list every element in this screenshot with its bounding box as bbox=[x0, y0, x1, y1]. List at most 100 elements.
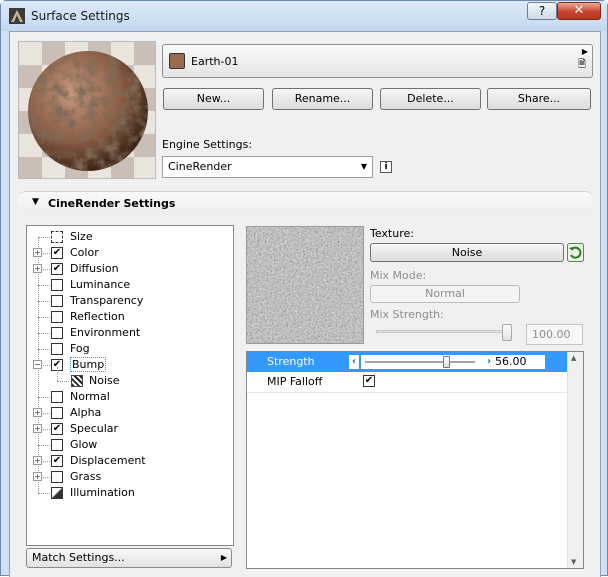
title-bar[interactable]: Surface Settings ? ✕ bbox=[1, 1, 607, 31]
size-icon[interactable] bbox=[51, 231, 63, 243]
scroll-up-icon[interactable]: ▲ bbox=[571, 354, 576, 362]
tree-item-checkbox[interactable] bbox=[51, 391, 63, 403]
mix-strength-field[interactable]: 100.00 bbox=[526, 324, 583, 345]
mix-strength-slider-thumb[interactable] bbox=[502, 324, 512, 341]
tree-connector-line bbox=[38, 333, 50, 334]
tree-connector-line bbox=[38, 317, 50, 318]
texture-button[interactable]: Noise bbox=[370, 243, 564, 262]
close-button[interactable]: ✕ bbox=[557, 2, 601, 20]
tree-item-label: Displacement bbox=[70, 454, 146, 467]
texture-label: Texture: bbox=[370, 227, 414, 240]
noise-icon bbox=[71, 375, 83, 387]
tree-item-transparency[interactable]: Transparency bbox=[27, 293, 227, 309]
tree-item-checkbox[interactable] bbox=[51, 471, 63, 483]
tree-item-reflection[interactable]: Reflection bbox=[27, 309, 227, 325]
window-title: Surface Settings bbox=[31, 9, 130, 23]
tree-connector-line bbox=[38, 285, 50, 286]
tree-item-environment[interactable]: Environment bbox=[27, 325, 227, 341]
rename-button[interactable]: Rename... bbox=[272, 88, 373, 110]
dialog-body: Earth-01 ▶ 🗎 New... Rename... Delete... … bbox=[9, 31, 601, 577]
expand-icon[interactable]: + bbox=[33, 248, 42, 257]
tree-item-illumination[interactable]: Illumination bbox=[27, 485, 227, 501]
row-divider bbox=[247, 392, 567, 393]
tree-item-checkbox[interactable]: ✔ bbox=[51, 455, 63, 467]
help-button[interactable]: ? bbox=[527, 2, 557, 20]
tree-item-label: Size bbox=[70, 230, 93, 243]
collapse-triangle-icon[interactable]: ▼ bbox=[32, 197, 39, 207]
tree-item-label: Fog bbox=[70, 342, 90, 355]
tree-item-checkbox[interactable]: ✔ bbox=[51, 247, 63, 259]
chevron-right-icon: ▶ bbox=[220, 553, 227, 562]
chevron-down-icon: ▼ bbox=[360, 162, 367, 171]
tree-item-luminance[interactable]: Luminance bbox=[27, 277, 227, 293]
material-name: Earth-01 bbox=[191, 55, 239, 68]
info-icon[interactable]: i bbox=[380, 161, 392, 173]
tree-item-label: Reflection bbox=[70, 310, 125, 323]
archicad-icon bbox=[9, 8, 25, 24]
tree-item-label: Noise bbox=[89, 374, 120, 387]
tree-item-checkbox[interactable] bbox=[51, 327, 63, 339]
strength-slider-track bbox=[365, 361, 475, 363]
tree-item-specular[interactable]: + ✔ Specular bbox=[27, 421, 227, 437]
match-settings-button[interactable]: Match Settings... ▶ bbox=[26, 548, 232, 568]
tree-item-label: Normal bbox=[70, 390, 110, 403]
mip-falloff-row[interactable]: MIP Falloff ✔ bbox=[247, 372, 567, 392]
mix-strength-slider-track[interactable] bbox=[376, 330, 506, 333]
tree-item-checkbox[interactable] bbox=[51, 279, 63, 291]
expand-icon[interactable]: + bbox=[33, 424, 42, 433]
strength-slider-thumb[interactable] bbox=[443, 356, 451, 368]
illumination-icon[interactable] bbox=[51, 487, 63, 499]
tree-item-glow[interactable]: Glow bbox=[27, 437, 227, 453]
parameter-scrollbar[interactable]: ▲ ▼ bbox=[567, 352, 583, 568]
new-button[interactable]: New... bbox=[163, 88, 264, 110]
cinerender-section-header[interactable]: ▼ CineRender Settings bbox=[18, 191, 593, 215]
material-selector[interactable]: Earth-01 ▶ 🗎 bbox=[162, 44, 593, 78]
tree-connector-line bbox=[38, 237, 50, 238]
tree-item-noise[interactable]: Noise bbox=[27, 367, 227, 389]
decrement-chevron-icon[interactable]: ‹ bbox=[349, 355, 359, 369]
scroll-down-icon[interactable]: ▼ bbox=[571, 558, 576, 566]
share-button[interactable]: Share... bbox=[487, 88, 591, 110]
expand-icon[interactable]: + bbox=[33, 408, 42, 417]
mip-falloff-checkbox[interactable]: ✔ bbox=[363, 375, 375, 387]
tree-item-size[interactable]: Size bbox=[27, 229, 227, 245]
collapse-icon[interactable]: − bbox=[33, 360, 42, 369]
flyout-arrow-icon[interactable]: ▶ bbox=[582, 47, 588, 56]
tree-item-diffusion[interactable]: + ✔ Diffusion bbox=[27, 261, 227, 277]
tree-item-checkbox[interactable] bbox=[51, 311, 63, 323]
expand-icon[interactable]: + bbox=[33, 456, 42, 465]
channel-tree: Size + ✔ Color + ✔ Diffusion Luminance Transpare… bbox=[26, 225, 234, 546]
delete-button[interactable]: Delete... bbox=[380, 88, 481, 110]
tree-item-label: Diffusion bbox=[70, 262, 119, 275]
tree-item-checkbox[interactable]: ✔ bbox=[51, 423, 63, 435]
tree-item-fog[interactable]: Fog bbox=[27, 341, 227, 357]
tree-item-checkbox[interactable] bbox=[51, 439, 63, 451]
engine-settings-label: Engine Settings: bbox=[162, 138, 253, 151]
tree-item-displacement[interactable]: + ✔ Displacement bbox=[27, 453, 227, 469]
tree-item-color[interactable]: + ✔ Color bbox=[27, 245, 227, 261]
expand-icon[interactable]: + bbox=[33, 472, 42, 481]
tree-item-label: Environment bbox=[70, 326, 141, 339]
mix-mode-label: Mix Mode: bbox=[370, 269, 427, 282]
match-settings-label: Match Settings... bbox=[32, 551, 125, 564]
tree-item-label: Bump bbox=[70, 357, 107, 372]
strength-label: Strength bbox=[267, 355, 315, 368]
tree-item-label: Glow bbox=[70, 438, 98, 451]
tree-item-checkbox[interactable] bbox=[51, 407, 63, 419]
tree-item-alpha[interactable]: + Alpha bbox=[27, 405, 227, 421]
expand-icon[interactable]: + bbox=[33, 264, 42, 273]
tree-item-normal[interactable]: Normal bbox=[27, 389, 227, 405]
tree-item-checkbox[interactable]: ✔ bbox=[51, 263, 63, 275]
strength-value-field[interactable]: 56.00 bbox=[493, 355, 545, 369]
strength-row[interactable]: Strength ‹ › 56.00 bbox=[247, 352, 567, 372]
tree-item-checkbox[interactable] bbox=[51, 343, 63, 355]
strength-slider[interactable] bbox=[361, 355, 484, 369]
tree-item-grass[interactable]: + Grass bbox=[27, 469, 227, 485]
engine-select[interactable]: CineRender ▼ bbox=[162, 156, 373, 178]
mix-mode-select[interactable]: Normal bbox=[370, 285, 520, 303]
tree-connector-line bbox=[38, 397, 50, 398]
document-icon[interactable]: 🗎 bbox=[578, 57, 586, 74]
tree-item-checkbox[interactable] bbox=[51, 295, 63, 307]
tree-item-label: Transparency bbox=[70, 294, 144, 307]
refresh-texture-icon[interactable] bbox=[567, 243, 584, 262]
